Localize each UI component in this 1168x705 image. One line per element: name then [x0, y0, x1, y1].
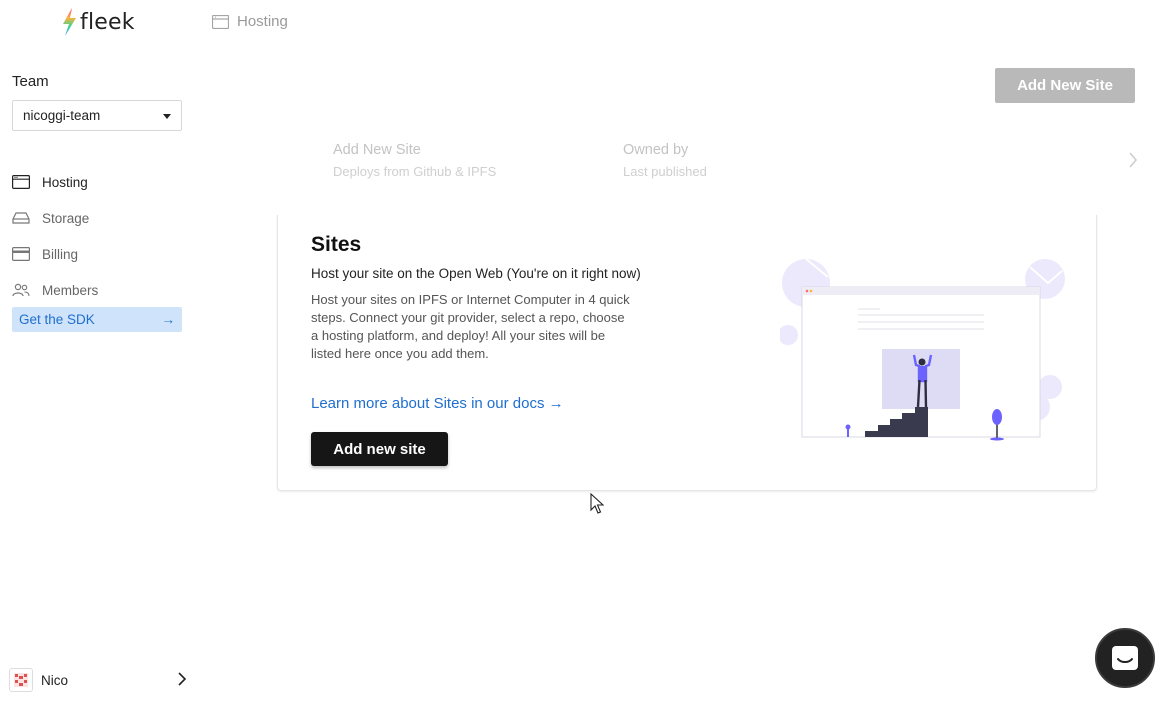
avatar — [9, 668, 33, 692]
chat-launcher-button[interactable] — [1095, 628, 1155, 688]
users-icon — [12, 283, 30, 297]
card-subtitle: Host your site on the Open Web (You're o… — [311, 266, 641, 281]
sidebar-item-label: Storage — [42, 210, 90, 226]
get-sdk-label: Get the SDK — [19, 312, 95, 327]
browser-icon — [212, 14, 229, 29]
sites-list-placeholder: Add New Site Deploys from Github & IPFS … — [333, 142, 1138, 182]
pixel-avatar-icon — [14, 673, 28, 687]
sidebar-item-label: Billing — [42, 246, 79, 262]
card-description: Host your sites on IPFS or Internet Comp… — [311, 292, 630, 361]
arrow-right-icon: → — [161, 312, 176, 327]
placeholder-site-title: Add New Site — [333, 142, 421, 158]
add-new-site-card-button[interactable]: Add new site — [311, 432, 448, 466]
sites-empty-state-card: Sites Host your site on the Open Web (Yo… — [277, 215, 1097, 491]
placeholder-col-site: Add New Site Deploys from Github & IPFS — [333, 142, 496, 179]
disk-icon — [12, 212, 30, 224]
team-select-value: nicoggi-team — [23, 108, 101, 123]
browser-icon — [12, 175, 30, 189]
sidebar-item-storage[interactable]: Storage — [12, 200, 182, 236]
lightning-logo-icon — [63, 8, 76, 36]
sidebar-nav: Hosting Storage Billing Members — [12, 164, 182, 308]
user-menu[interactable]: Nico — [9, 668, 189, 692]
placeholder-site-sub: Deploys from Github & IPFS — [333, 164, 497, 179]
card-title: Sites — [311, 233, 362, 256]
team-select[interactable]: nicoggi-team — [12, 100, 182, 131]
user-name: Nico — [41, 672, 69, 688]
chevron-right-icon — [1129, 152, 1138, 168]
credit-card-icon — [12, 247, 30, 261]
logo-text: fleek — [80, 9, 135, 35]
caret-down-icon — [163, 114, 171, 119]
stairs-illustration — [780, 258, 1065, 441]
sidebar-item-label: Members — [42, 282, 99, 298]
placeholder-owner-sub: Last published — [623, 164, 707, 179]
chevron-right-icon — [178, 672, 187, 686]
fleek-logo[interactable]: fleek — [60, 6, 135, 38]
sidebar-item-members[interactable]: Members — [12, 272, 182, 308]
team-label: Team — [12, 73, 49, 90]
sidebar-item-billing[interactable]: Billing — [12, 236, 182, 272]
sidebar-item-label: Hosting — [42, 174, 88, 190]
docs-link[interactable]: Learn more about Sites in our docs → — [311, 395, 564, 412]
app-root: fleek Hosting Team nicoggi-team Hosting — [0, 0, 1168, 705]
chat-icon — [1112, 646, 1138, 670]
mouse-cursor-icon — [590, 493, 604, 514]
breadcrumb: Hosting — [212, 13, 288, 30]
breadcrumb-current: Hosting — [237, 13, 288, 30]
add-new-site-button[interactable]: Add New Site — [995, 68, 1135, 103]
placeholder-col-owner: Owned by Last published — [623, 142, 707, 179]
get-sdk-button[interactable]: Get the SDK → — [12, 307, 182, 332]
placeholder-owner-title: Owned by — [623, 142, 689, 158]
sidebar-item-hosting[interactable]: Hosting — [12, 164, 182, 200]
